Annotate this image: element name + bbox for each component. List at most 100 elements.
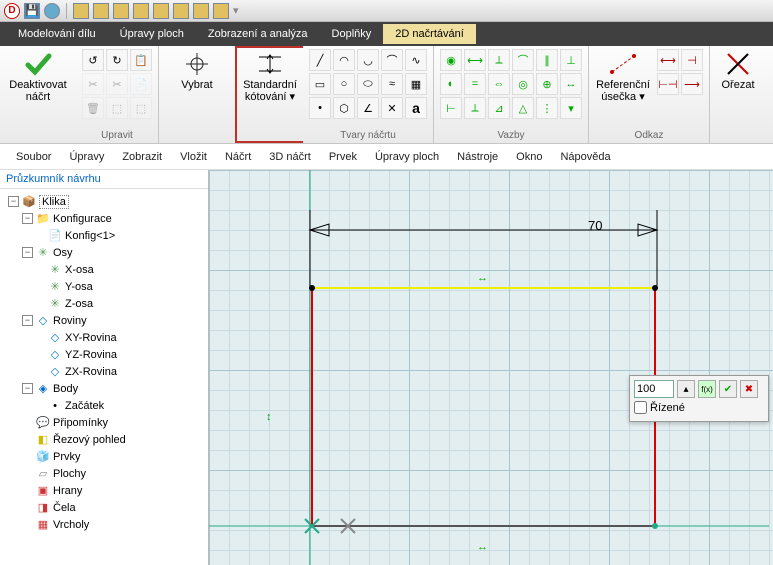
c-sym[interactable]: ⇔ — [488, 73, 510, 95]
edit-btn-2[interactable]: ↻ — [106, 49, 128, 71]
tab-2d-sketch[interactable]: 2D načrtávání — [383, 24, 475, 44]
qat-cube-icon-8[interactable] — [213, 3, 229, 19]
edit-btn-6[interactable]: 📄 — [130, 73, 152, 95]
line-tool[interactable]: ╱ — [309, 49, 331, 71]
edit-btn-3[interactable]: 📋 — [130, 49, 152, 71]
tree-verts[interactable]: Vrcholy — [53, 519, 89, 531]
arc2-tool[interactable]: ◡ — [357, 49, 379, 71]
qat-cube-icon-5[interactable] — [153, 3, 169, 19]
tree-yaxis[interactable]: Y-osa — [65, 281, 93, 293]
tree-cela[interactable]: Čela — [53, 502, 76, 514]
qat-cube-icon-3[interactable] — [113, 3, 129, 19]
menu-insert[interactable]: Vložit — [180, 151, 207, 163]
dimension-input[interactable] — [634, 380, 674, 398]
text-tool[interactable]: a — [405, 97, 427, 119]
spline-tool[interactable]: ∿ — [405, 49, 427, 71]
qat-cube-icon-1[interactable] — [73, 3, 89, 19]
qat-save-icon[interactable]: 💾 — [24, 3, 40, 19]
edit-btn-7[interactable]: 🗑 — [82, 97, 104, 119]
fx-button[interactable]: f(x) — [698, 380, 716, 398]
tree-root[interactable]: Klika — [39, 195, 69, 209]
menu-view[interactable]: Zobrazit — [122, 151, 162, 163]
tree-config-item[interactable]: Konfig<1> — [65, 230, 115, 242]
tree-toggle[interactable]: − — [8, 196, 19, 207]
menu-feature[interactable]: Prvek — [329, 151, 357, 163]
spinner-up-icon[interactable]: ▴ — [677, 380, 695, 398]
tree-edges[interactable]: Hrany — [53, 485, 82, 497]
point-tool[interactable]: • — [309, 97, 331, 119]
tree-zx[interactable]: ZX-Rovina — [65, 366, 117, 378]
tree-origin[interactable]: Začátek — [65, 400, 104, 412]
tree-toggle[interactable]: − — [22, 213, 33, 224]
tree-toggle[interactable]: − — [22, 315, 33, 326]
hatch-tool[interactable]: ▦ — [405, 73, 427, 95]
c-15[interactable]: ⊿ — [488, 97, 510, 119]
dimension-text[interactable]: 70 — [588, 218, 602, 233]
tree-features[interactable]: Prvky — [53, 451, 81, 463]
qat-dropdown-icon[interactable]: ▾ — [233, 4, 239, 17]
c-dist[interactable]: ↔ — [560, 73, 582, 95]
edit-btn-5[interactable]: ✂ — [106, 73, 128, 95]
ref-btn-4[interactable]: ⟶ — [681, 73, 703, 95]
c-coinc[interactable]: ◉ — [440, 49, 462, 71]
trim-button[interactable]: Ořezat — [716, 49, 760, 93]
tree-comments[interactable]: Připomínky — [53, 417, 108, 429]
tree-xaxis[interactable]: X-osa — [65, 264, 94, 276]
cross-tool[interactable]: ✕ — [381, 97, 403, 119]
tree-planes[interactable]: Roviny — [53, 315, 87, 327]
c-eq[interactable]: = — [464, 73, 486, 95]
tab-addons[interactable]: Doplňky — [320, 24, 384, 44]
select-button[interactable]: Vybrat — [165, 49, 229, 93]
c-horiz[interactable]: ⟷ — [464, 49, 486, 71]
bezier-tool[interactable]: ≈ — [381, 73, 403, 95]
tree-section[interactable]: Řezový pohled — [53, 434, 126, 446]
sketch-canvas[interactable]: ↔ ↔ ↕ 70 ▴ f(x) ✔ ✖ Řízené — [209, 170, 773, 565]
deactivate-sketch-button[interactable]: Deaktivovat náčrt — [6, 49, 70, 105]
driven-checkbox[interactable] — [634, 401, 647, 414]
tree-toggle[interactable]: − — [22, 247, 33, 258]
menu-edit[interactable]: Úpravy — [69, 151, 104, 163]
ref-btn-3[interactable]: ⊢⊣ — [657, 73, 679, 95]
c-perp[interactable]: ⊥ — [560, 49, 582, 71]
c-14[interactable]: ⟂ — [464, 97, 486, 119]
menu-sketch[interactable]: Náčrt — [225, 151, 251, 163]
qat-cube-icon-7[interactable] — [193, 3, 209, 19]
tab-view[interactable]: Zobrazení a analýza — [196, 24, 320, 44]
menu-window[interactable]: Okno — [516, 151, 542, 163]
edit-btn-8[interactable]: ⬚ — [106, 97, 128, 119]
tree-xy[interactable]: XY-Rovina — [65, 332, 117, 344]
tree-toggle[interactable]: − — [22, 383, 33, 394]
ellipse-tool[interactable]: ⬭ — [357, 73, 379, 95]
menu-file[interactable]: Soubor — [16, 151, 51, 163]
qat-cube-icon-4[interactable] — [133, 3, 149, 19]
arc3-tool[interactable]: ⌒ — [381, 49, 403, 71]
c-conc[interactable]: ◎ — [512, 73, 534, 95]
c-tan[interactable]: ⌒ — [512, 49, 534, 71]
edit-btn-4[interactable]: ✂ — [82, 73, 104, 95]
circle-tool[interactable]: ○ — [333, 73, 355, 95]
tree-zaxis[interactable]: Z-osa — [65, 298, 93, 310]
arc-tool[interactable]: ◠ — [333, 49, 355, 71]
c-16[interactable]: △ — [512, 97, 534, 119]
menu-3dsketch[interactable]: 3D náčrt — [269, 151, 311, 163]
edit-btn-9[interactable]: ⬚ — [130, 97, 152, 119]
menu-tools[interactable]: Nástroje — [457, 151, 498, 163]
edit-btn-1[interactable]: ↺ — [82, 49, 104, 71]
qat-cube-icon-6[interactable] — [173, 3, 189, 19]
apply-icon[interactable]: ✔ — [719, 380, 737, 398]
tree-yz[interactable]: YZ-Rovina — [65, 349, 117, 361]
menu-help[interactable]: Nápověda — [560, 151, 610, 163]
tree-axes[interactable]: Osy — [53, 247, 73, 259]
tree-faces[interactable]: Plochy — [53, 468, 86, 480]
ref-btn-2[interactable]: ⊣ — [681, 49, 703, 71]
qat-cube-icon-2[interactable] — [93, 3, 109, 19]
c-17[interactable]: ⋮ — [536, 97, 558, 119]
tree-bodies[interactable]: Body — [53, 383, 78, 395]
poly-tool[interactable]: ⬡ — [333, 97, 355, 119]
cancel-icon[interactable]: ✖ — [740, 380, 758, 398]
c-vert[interactable]: ⟂ — [488, 49, 510, 71]
c-fix[interactable]: ⊕ — [536, 73, 558, 95]
c-18[interactable]: ▾ — [560, 97, 582, 119]
qat-globe-icon[interactable] — [44, 3, 60, 19]
ref-btn-1[interactable]: ⟷ — [657, 49, 679, 71]
